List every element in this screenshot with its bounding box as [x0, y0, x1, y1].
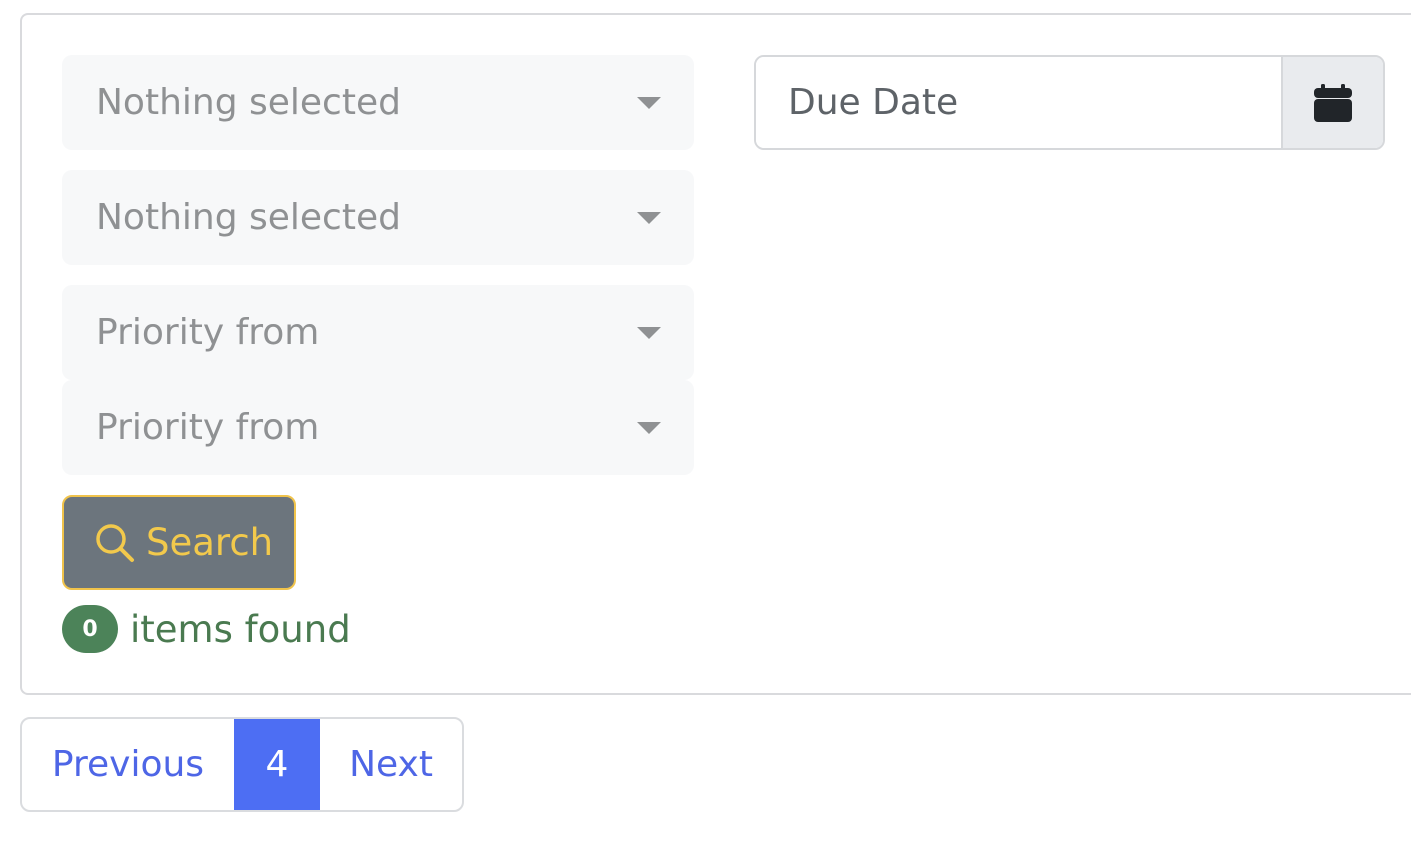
- calendar-icon: [1314, 83, 1352, 122]
- select-dropdown-1[interactable]: Nothing selected: [62, 55, 694, 150]
- caret-down-icon: [637, 97, 661, 109]
- previous-page-button[interactable]: Previous: [22, 719, 234, 810]
- next-page-button[interactable]: Next: [320, 719, 462, 810]
- caret-down-icon: [637, 327, 661, 339]
- current-page-button[interactable]: 4: [234, 719, 320, 810]
- select-dropdown-2[interactable]: Nothing selected: [62, 170, 694, 265]
- caret-down-icon: [637, 212, 661, 224]
- search-button-label: Search: [146, 521, 274, 564]
- search-icon: [94, 522, 136, 564]
- select-value: Nothing selected: [96, 82, 401, 123]
- due-date-group: [754, 55, 1385, 150]
- priority-from-select-2[interactable]: Priority from: [62, 380, 694, 475]
- results-count-badge: 0: [62, 605, 118, 653]
- priority-from-select-1[interactable]: Priority from: [62, 285, 694, 380]
- search-button[interactable]: Search: [62, 495, 296, 590]
- pagination: Previous 4 Next: [20, 717, 464, 812]
- select-value: Priority from: [96, 407, 320, 448]
- results-summary: 0 items found: [62, 603, 351, 655]
- caret-down-icon: [637, 422, 661, 434]
- due-date-input[interactable]: [756, 57, 1281, 148]
- results-label: items found: [130, 607, 351, 651]
- calendar-button[interactable]: [1281, 57, 1383, 148]
- select-value: Nothing selected: [96, 197, 401, 238]
- select-value: Priority from: [96, 312, 320, 353]
